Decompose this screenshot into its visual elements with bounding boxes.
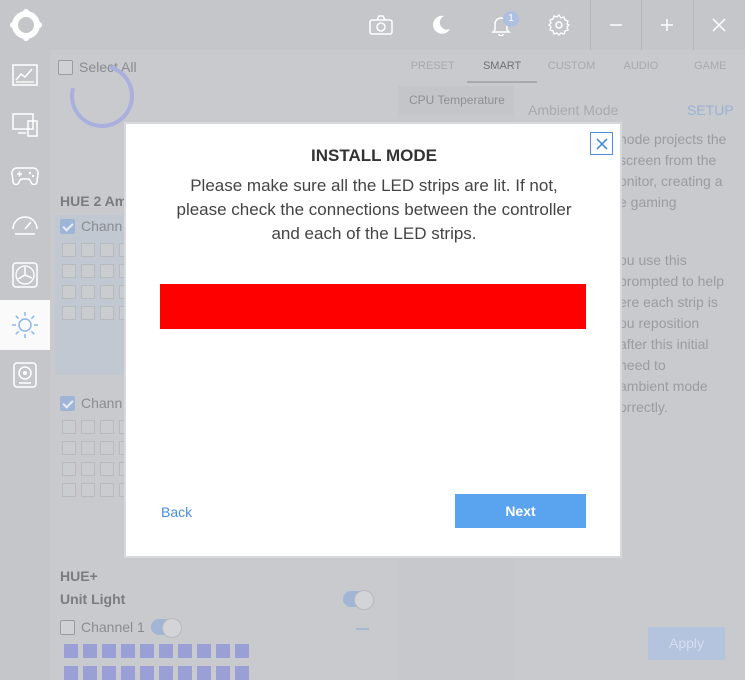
sidebar-item-games[interactable]	[0, 150, 50, 200]
channel-2-checkbox[interactable]	[60, 395, 75, 411]
unit-light-toggle[interactable]	[343, 590, 374, 612]
hueplus-channel-1-toggle[interactable]	[150, 618, 182, 638]
hueplus-channel-1-checkbox[interactable]	[60, 619, 75, 635]
moon-icon[interactable]	[428, 12, 454, 38]
minimize-icon[interactable]	[603, 12, 629, 38]
select-all-checkbox[interactable]	[58, 59, 73, 75]
sidebar-item-camera[interactable]	[0, 350, 50, 400]
hue2-title: HUE 2 Am	[60, 193, 128, 209]
dialog-title: INSTALL MODE	[311, 146, 437, 165]
smart-item-cpu-temperature[interactable]: CPU Temperature	[398, 86, 514, 114]
install-mode-dialog: INSTALL MODE Please make sure all the LE…	[124, 122, 622, 558]
back-button[interactable]: Back	[161, 504, 192, 520]
channel-1-label: Chann	[81, 218, 123, 234]
dialog-message: Please make sure all the LED strips are …	[176, 176, 572, 243]
led-strip-preview	[160, 284, 586, 329]
collapse-icon[interactable]	[356, 628, 369, 630]
channel-2-label: Chann	[81, 395, 123, 411]
sidebar-item-cooling[interactable]	[0, 250, 50, 300]
mode-description-1: node projects the screen from the onitor…	[619, 131, 727, 210]
sidebar-item-lighting[interactable]	[0, 300, 50, 350]
title-bar: 1	[0, 0, 745, 50]
titlebar-divider	[693, 0, 694, 50]
hueplus-led-grid	[64, 644, 249, 680]
tab-game[interactable]: GAME	[676, 50, 745, 83]
channel-row-2[interactable]: Chann	[60, 395, 122, 411]
sidebar-item-dashboard[interactable]	[0, 50, 50, 100]
app-logo-icon	[10, 9, 42, 41]
fan-icon	[12, 262, 38, 288]
hueplus-channel-row[interactable]: Channel 1	[60, 618, 182, 638]
setup-link[interactable]: SETUP	[687, 102, 734, 118]
unit-light-label: Unit Light	[60, 591, 126, 607]
led-grid-1	[62, 243, 133, 320]
titlebar-divider	[590, 0, 591, 50]
camera-icon[interactable]	[368, 12, 394, 38]
gauge-icon	[12, 216, 38, 235]
sidebar	[0, 50, 50, 680]
tab-preset[interactable]: PRESET	[398, 50, 467, 83]
lighting-tabs: PRESET SMART CUSTOM AUDIO GAME	[398, 50, 745, 83]
sidebar-item-pc-components[interactable]	[0, 100, 50, 150]
maximize-icon[interactable]	[654, 12, 680, 38]
sun-icon	[12, 312, 38, 338]
mode-description-2: ou use this prompted to help ere each st…	[619, 252, 725, 415]
apply-button[interactable]: Apply	[648, 627, 725, 660]
gear-icon[interactable]	[546, 12, 572, 38]
hueplus-channel-1-label: Channel 1	[81, 619, 145, 635]
tab-audio[interactable]: AUDIO	[606, 50, 675, 83]
close-icon[interactable]	[706, 12, 732, 38]
mode-title: Ambient Mode	[528, 102, 619, 118]
gamepad-icon	[11, 167, 39, 185]
hueplus-title: HUE+	[60, 568, 98, 584]
next-button[interactable]: Next	[455, 494, 586, 528]
sidebar-item-performance[interactable]	[0, 200, 50, 250]
channel-row-1[interactable]: Chann	[60, 218, 122, 234]
monitor-chart-icon	[12, 64, 38, 86]
desktop-icon	[12, 113, 38, 137]
webcam-icon	[13, 362, 37, 388]
titlebar-divider	[641, 0, 642, 50]
tab-custom[interactable]: CUSTOM	[537, 50, 606, 83]
led-grid-2	[62, 420, 133, 497]
notification-badge: 1	[503, 11, 519, 27]
tab-smart[interactable]: SMART	[467, 50, 537, 83]
channel-1-checkbox[interactable]	[60, 218, 75, 234]
